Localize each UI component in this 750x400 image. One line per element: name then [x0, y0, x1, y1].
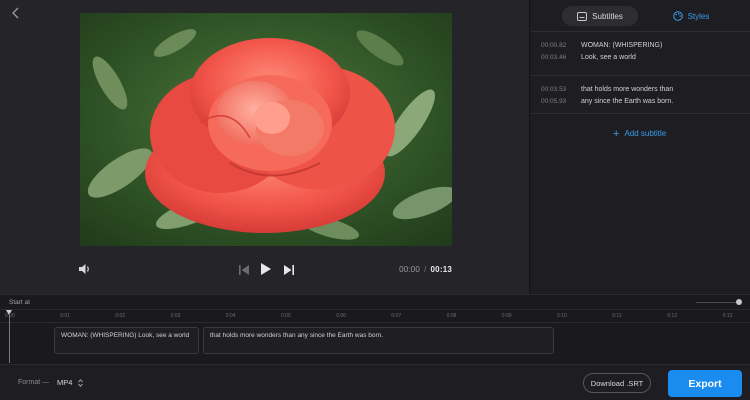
playhead-line[interactable] — [8, 313, 10, 363]
tab-styles[interactable]: Styles — [661, 6, 721, 26]
skip-previous-icon — [238, 263, 250, 280]
subtitle-start[interactable]: 00:00.82 — [541, 40, 566, 52]
subtitle-text-line: WOMAN: (WHISPERING) — [581, 42, 663, 49]
subtitle-text[interactable]: WOMAN: (WHISPERING) Look, see a world — [581, 40, 741, 64]
timeline-tick: 0:08 — [446, 313, 457, 319]
time-display: 00:00/00:13 — [399, 265, 452, 274]
time-ruler[interactable]: 0:00 0:01 0:02 0:03 0:04 0:05 0:06 0:07 0:08 0:09… — [0, 309, 750, 323]
format-select[interactable]: MP4 — [57, 378, 84, 387]
subtitle-entry[interactable]: 00:03.53 00:05.93 that holds more wonder… — [531, 76, 750, 114]
video-frame[interactable] — [80, 13, 452, 246]
tab-subtitles-label: Subtitles — [592, 11, 623, 21]
play-icon — [260, 263, 272, 280]
timeline-tick: 0:04 — [225, 313, 236, 319]
timeline-tick: 0:03 — [170, 313, 181, 319]
plus-icon: + — [613, 127, 620, 140]
download-srt-button[interactable]: Download .SRT — [583, 373, 651, 393]
palette-icon — [672, 11, 683, 21]
zoom-slider-track[interactable] — [696, 302, 738, 303]
previous-button[interactable] — [238, 263, 250, 275]
subtitle-times[interactable]: 00:00.82 00:03.46 — [541, 40, 566, 64]
time-separator: / — [424, 265, 427, 274]
timeline-tick: 0:01 — [60, 313, 70, 319]
play-button[interactable] — [260, 262, 272, 276]
subtitle-text-line: that holds more wonders than — [581, 86, 674, 93]
add-subtitle-label: Add subtitle — [624, 129, 667, 138]
subtitle-end[interactable]: 00:03.46 — [541, 52, 566, 64]
export-bar: Format — MP4 Download .SRT Export — [0, 364, 750, 400]
subtitle-times[interactable]: 00:03.53 00:05.93 — [541, 84, 566, 108]
playback-controls: 00:00/00:13 — [0, 256, 530, 284]
subtitle-clip[interactable]: WOMAN: (WHISPERING) Look, see a world — [54, 327, 199, 354]
subtitle-entry[interactable]: 00:00.82 00:03.46 WOMAN: (WHISPERING) Lo… — [531, 32, 750, 76]
add-subtitle-button[interactable]: + Add subtitle — [613, 127, 667, 140]
duration: 00:13 — [430, 265, 452, 274]
updown-caret-icon — [78, 378, 84, 387]
timeline-tick: 0:06 — [336, 313, 346, 319]
current-time: 00:00 — [399, 265, 421, 274]
subtitle-start[interactable]: 00:03.53 — [541, 84, 566, 96]
timeline-tick: 0:13 — [722, 313, 733, 319]
timeline-tick: 0:10 — [557, 313, 567, 319]
format-value: MP4 — [57, 378, 73, 387]
rose-image — [80, 13, 452, 246]
subtitle-text-line: any since the Earth was born. — [581, 98, 674, 105]
subtitle-end[interactable]: 00:05.93 — [541, 96, 566, 108]
video-preview-panel: 00:00/00:13 — [0, 0, 530, 294]
subtitles-panel: Subtitles Styles 00:00.82 00:03.46 WOMAN… — [531, 0, 750, 294]
subtitles-icon — [577, 11, 588, 21]
timeline-tick: 0:07 — [391, 313, 402, 319]
next-button[interactable] — [283, 263, 295, 275]
volume-button[interactable] — [78, 262, 92, 276]
timeline: Start at 0:00 0:01 0:02 0:03 0:04 0:05 0:06 0:0… — [0, 294, 750, 364]
timeline-tick: 0:09 — [501, 313, 512, 319]
zoom-slider-handle[interactable] — [736, 299, 742, 305]
tab-styles-label: Styles — [687, 11, 710, 21]
format-label: Format — — [18, 379, 50, 386]
timeline-tick: 0:12 — [667, 313, 678, 319]
chevron-left-icon — [11, 6, 19, 24]
panel-tabs: Subtitles Styles — [531, 0, 750, 32]
timeline-tick: 0:05 — [281, 313, 291, 319]
tab-subtitles[interactable]: Subtitles — [562, 6, 638, 26]
volume-icon — [78, 263, 92, 280]
export-button[interactable]: Export — [668, 370, 742, 397]
subtitle-clip[interactable]: that holds more wonders than any since t… — [203, 327, 554, 354]
timeline-tick: 0:11 — [612, 313, 622, 319]
start-at-label: Start at — [9, 299, 30, 306]
subtitle-text[interactable]: that holds more wonders than any since t… — [581, 84, 741, 108]
timeline-tick: 0:02 — [115, 313, 126, 319]
skip-next-icon — [283, 263, 295, 280]
back-button[interactable] — [8, 6, 22, 24]
subtitle-text-line: Look, see a world — [581, 54, 636, 61]
